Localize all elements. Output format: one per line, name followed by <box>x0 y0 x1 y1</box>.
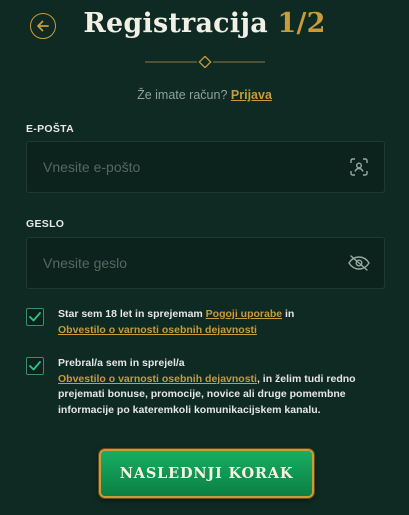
terms-checkbox[interactable] <box>26 308 44 326</box>
next-step-button[interactable]: NASLEDNJI KORAK <box>99 449 314 498</box>
checkmark-icon <box>29 312 41 322</box>
terms-consent-text: Star sem 18 let in sprejemam Pogoji upor… <box>58 307 294 338</box>
privacy-notice-link[interactable]: Obvestilo o varnosti osebnih dejavnosti <box>58 324 257 336</box>
password-field[interactable] <box>27 254 348 272</box>
page-title: Registracija 1/2 <box>0 8 409 39</box>
marketing-privacy-link[interactable]: Obvestilo o varnosti osebnih dejavnosti <box>58 373 257 385</box>
terms-of-use-link[interactable]: Pogoji uporabe <box>206 308 282 320</box>
email-field[interactable] <box>27 158 348 176</box>
email-label: E-POŠTA <box>26 123 74 135</box>
have-account-question: Že imate račun? <box>137 88 228 102</box>
login-link[interactable]: Prijava <box>231 88 272 102</box>
eye-off-icon[interactable] <box>348 252 370 274</box>
terms-text-middle: in <box>285 308 295 320</box>
password-field-container <box>26 237 385 289</box>
marketing-consent-text: Prebral/a sem in sprejel/a Obvestilo o v… <box>58 356 385 418</box>
email-field-container <box>26 141 385 193</box>
marketing-consent-row: Prebral/a sem in sprejel/a Obvestilo o v… <box>26 356 385 418</box>
password-label: GESLO <box>26 218 65 230</box>
marketing-text-before: Prebral/a sem in sprejel/a <box>58 357 185 369</box>
terms-consent-row: Star sem 18 let in sprejemam Pogoji upor… <box>26 307 385 338</box>
ornament-divider <box>145 56 265 68</box>
have-account-row: Že imate račun? Prijava <box>0 88 409 102</box>
contact-scan-icon[interactable] <box>348 156 370 178</box>
title-text: Registracija <box>83 8 268 39</box>
step-indicator: 1/2 <box>277 8 326 39</box>
terms-text-before: Star sem 18 let in sprejemam <box>58 308 203 320</box>
marketing-checkbox[interactable] <box>26 357 44 375</box>
checkmark-icon <box>29 361 41 371</box>
